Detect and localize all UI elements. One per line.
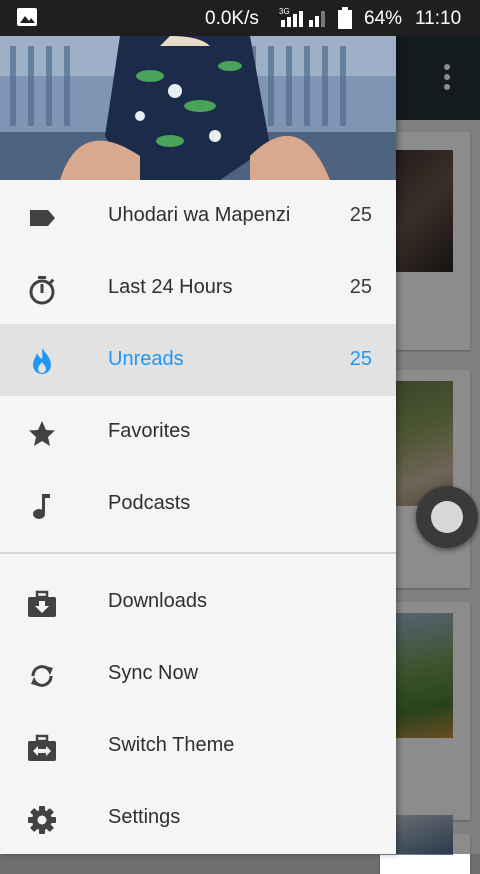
drawer-item-downloads[interactable]: Downloads [0, 566, 396, 638]
network-type: 3G [279, 7, 290, 16]
drawer-item-label: Downloads [108, 590, 207, 612]
sync-icon [26, 660, 58, 692]
drawer-divider [0, 552, 396, 554]
drawer-item-unreads[interactable]: Unreads 25 [0, 324, 396, 396]
network-speed: 0.0K/s [205, 8, 259, 29]
floating-action-button[interactable] [416, 486, 478, 548]
drawer-item-last-24-hours[interactable]: Last 24 Hours 25 [0, 252, 396, 324]
battery-percent: 64% [364, 8, 403, 29]
flame-icon [26, 346, 58, 378]
drawer-item-sync-now[interactable]: Sync Now [0, 638, 396, 710]
image-notification-icon [17, 8, 37, 26]
drawer-item-favorites[interactable]: Favorites [0, 396, 396, 468]
drawer-item-settings[interactable]: Settings [0, 782, 396, 854]
drawer-item-label: Unreads [108, 348, 184, 370]
drawer-item-label: Last 24 Hours [108, 276, 233, 298]
gear-icon [26, 804, 58, 836]
switch-theme-icon [26, 732, 58, 764]
clock: 11:10 [415, 8, 462, 29]
drawer-header-image [0, 36, 396, 180]
unread-count-badge: 25 [349, 276, 372, 298]
navigation-drawer: Uhodari wa Mapenzi 25 Last 24 Hours 25 U… [0, 36, 396, 854]
drawer-item-switch-theme[interactable]: Switch Theme [0, 710, 396, 782]
drawer-item-podcasts[interactable]: Podcasts [0, 468, 396, 540]
drawer-item-label: Uhodari wa Mapenzi [108, 204, 291, 226]
drawer-item-label: Sync Now [108, 662, 199, 684]
drawer-item-label: Switch Theme [108, 734, 235, 756]
star-icon [26, 418, 58, 450]
signal-3g-icon: 3G [279, 7, 325, 27]
music-note-icon [26, 490, 58, 522]
unread-count-badge: 25 [349, 204, 372, 226]
unread-count-badge: 25 [349, 348, 372, 370]
status-bar: 0.0K/s 3G 64% 11:10 [0, 0, 480, 36]
stopwatch-icon [26, 274, 58, 306]
download-box-icon [26, 588, 58, 620]
drawer-item-label: Settings [108, 806, 181, 828]
drawer-item-label: Podcasts [108, 492, 191, 514]
drawer-item-label: Favorites [108, 420, 191, 442]
battery-icon [338, 7, 352, 29]
label-tag-icon [26, 202, 58, 234]
header-photo [0, 36, 396, 180]
drawer-item-uhodari-wa-mapenzi[interactable]: Uhodari wa Mapenzi 25 [0, 180, 396, 252]
